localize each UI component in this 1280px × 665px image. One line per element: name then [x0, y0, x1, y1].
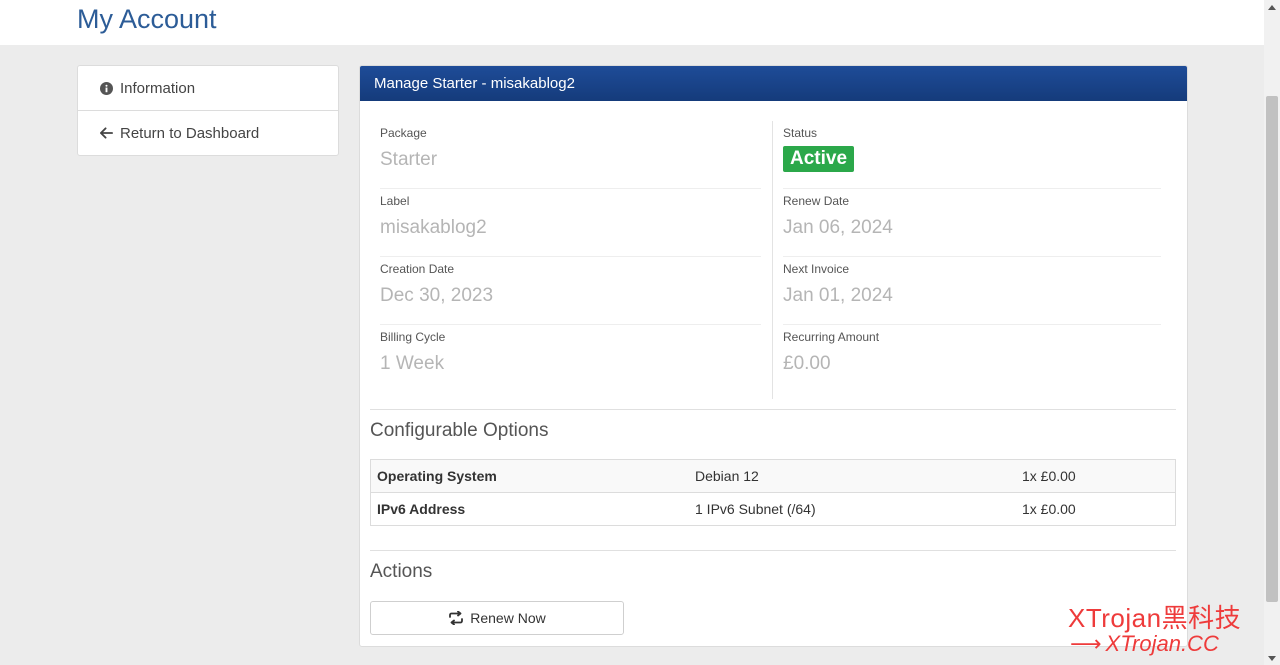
field-label: Creation Date [380, 262, 455, 276]
field-label: Label [380, 194, 410, 208]
panel-header: Manage Starter - misakablog2 [360, 66, 1187, 101]
renew-now-label: Renew Now [470, 610, 546, 626]
option-name: Operating System [370, 459, 689, 493]
actions-title: Actions [370, 561, 433, 582]
field-creation-date: Creation Date Dec 30, 2023 [380, 257, 761, 325]
watermark-url-text: XTrojan.CC [1105, 631, 1219, 656]
option-value: 1 IPv6 Subnet (/64) [689, 492, 1016, 526]
field-renew-date: Renew Date Jan 06, 2024 [783, 189, 1161, 257]
panel-title: Manage Starter - misakablog2 [374, 75, 575, 92]
sidebar-item-label: Return to Dashboard [120, 124, 260, 142]
status-badge: Active [783, 146, 855, 172]
field-recurring-amount: Recurring Amount £0.00 [783, 325, 1161, 393]
section-divider [370, 409, 1176, 410]
field-status: Status Active [783, 121, 1161, 189]
field-next-invoice: Next Invoice Jan 01, 2024 [783, 257, 1161, 325]
field-label: Billing Cycle [380, 330, 446, 344]
watermark-url: ⟶ XTrojan.CC [1070, 631, 1219, 657]
option-price: 1x £0.00 [1016, 459, 1176, 493]
field-label: Recurring Amount [783, 330, 880, 344]
field-billing-cycle: Billing Cycle 1 Week [380, 325, 761, 393]
watermark-title: XTrojan黑科技 [1068, 603, 1242, 633]
page-title: My Account [77, 4, 217, 34]
field-label: Package [380, 126, 427, 140]
configurable-options-table: Operating System Debian 12 1x £0.00 IPv6… [370, 459, 1176, 526]
info-circle-icon [99, 81, 113, 95]
scroll-down-icon[interactable] [1264, 651, 1280, 665]
field-label: Status [783, 126, 818, 140]
field-label: Renew Date [783, 194, 850, 208]
field-value: Jan 06, 2024 [783, 217, 893, 238]
sidebar-item-information[interactable]: Information [78, 66, 338, 110]
field-value: £0.00 [783, 353, 831, 374]
sidebar-item-return-dashboard[interactable]: Return to Dashboard [78, 110, 338, 155]
arrow-right-icon: ⟶ [1070, 631, 1102, 656]
option-price: 1x £0.00 [1016, 492, 1176, 526]
manage-panel: Manage Starter - misakablog2 Package Sta… [359, 65, 1188, 647]
table-row: Operating System Debian 12 1x £0.00 [370, 459, 1176, 493]
sidebar: Information Return to Dashboard [77, 65, 339, 156]
option-name: IPv6 Address [370, 492, 689, 526]
field-package: Package Starter [380, 121, 761, 189]
renew-now-button[interactable]: Renew Now [370, 601, 624, 635]
details-right-column: Status Active Renew Date Jan 06, 2024 Ne… [783, 121, 1161, 393]
sidebar-item-label: Information [120, 79, 196, 97]
field-label-name: Label misakablog2 [380, 189, 761, 257]
vertical-scrollbar[interactable] [1264, 0, 1280, 665]
field-value: 1 Week [380, 353, 445, 374]
configurable-options-title: Configurable Options [370, 420, 549, 441]
option-value: Debian 12 [689, 459, 1016, 493]
field-value: Dec 30, 2023 [380, 285, 494, 306]
field-value: misakablog2 [380, 217, 487, 238]
column-divider [772, 121, 773, 399]
field-value: Jan 01, 2024 [783, 285, 893, 306]
table-row: IPv6 Address 1 IPv6 Subnet (/64) 1x £0.0… [370, 492, 1176, 526]
arrow-left-icon [99, 126, 113, 140]
refresh-icon [449, 611, 464, 625]
field-value: Starter [380, 149, 438, 170]
field-label: Next Invoice [783, 262, 850, 276]
details-left-column: Package Starter Label misakablog2 Creati… [380, 121, 761, 393]
top-bar: My Account [0, 0, 1264, 45]
scrollbar-thumb[interactable] [1266, 96, 1278, 602]
section-divider [370, 550, 1176, 551]
scroll-up-icon[interactable] [1264, 0, 1280, 14]
